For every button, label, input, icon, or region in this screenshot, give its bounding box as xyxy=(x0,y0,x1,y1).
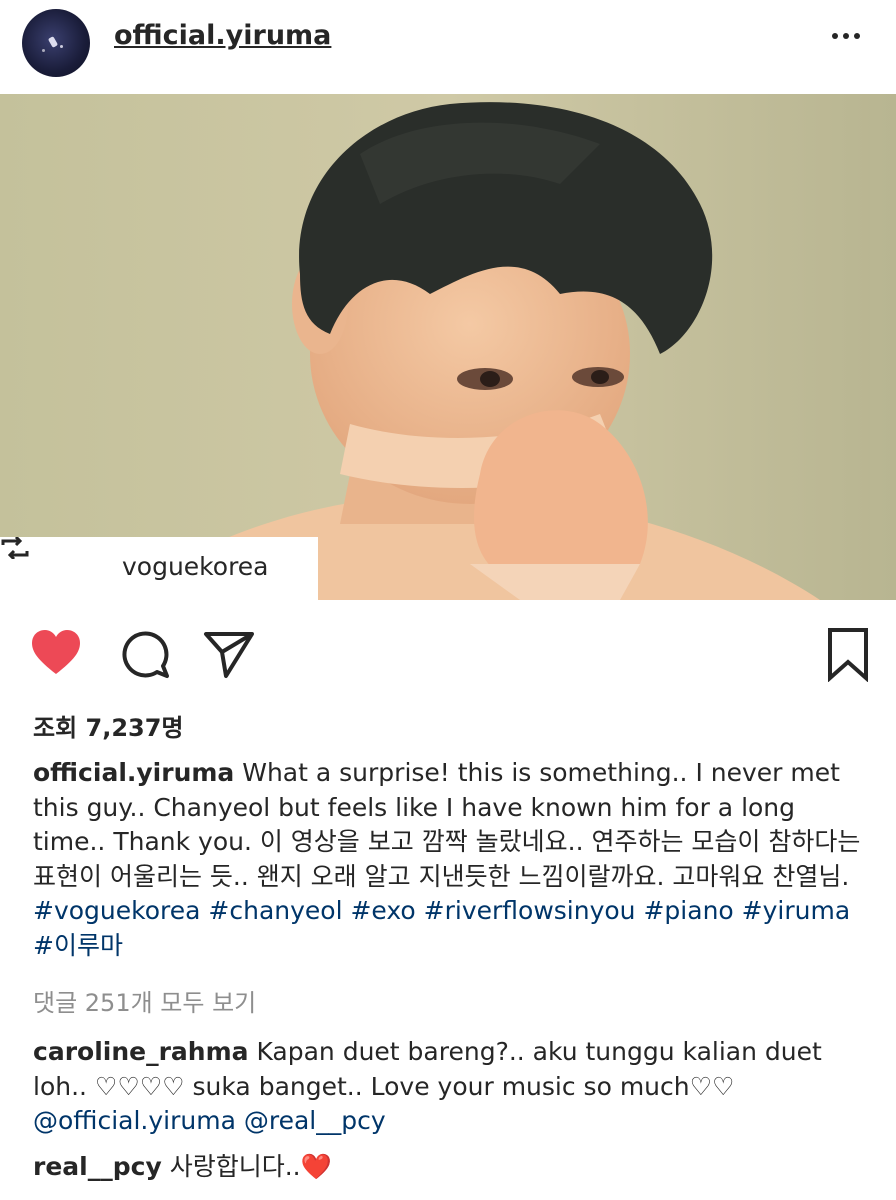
avatar-light xyxy=(60,45,63,48)
hashtag[interactable]: #이루마 xyxy=(33,931,123,960)
bookmark-icon[interactable] xyxy=(820,626,876,682)
avatar-figure xyxy=(47,36,59,48)
mention[interactable]: @real__pcy xyxy=(244,1106,386,1135)
repost-icon xyxy=(1,537,29,559)
comment-username[interactable]: caroline_rahma xyxy=(33,1037,249,1066)
profile-avatar[interactable] xyxy=(22,9,90,77)
hashtag[interactable]: #piano xyxy=(643,896,733,925)
more-horizontal-icon[interactable] xyxy=(832,26,866,46)
view-all-comments-link[interactable]: 댓글 251개 모두 보기 xyxy=(33,983,256,1018)
post-media[interactable]: voguekorea xyxy=(0,94,896,600)
hashtag[interactable]: #voguekorea xyxy=(33,896,200,925)
hashtag[interactable]: #chanyeol xyxy=(208,896,342,925)
comment-username[interactable]: real__pcy xyxy=(33,1152,162,1181)
caption-username[interactable]: official.yiruma xyxy=(33,758,234,787)
avatar-light xyxy=(42,49,45,52)
action-bar xyxy=(0,620,896,690)
comment-text: 사랑합니다.. xyxy=(161,1152,301,1181)
send-icon[interactable] xyxy=(200,626,256,682)
heart-emoji: ❤️ xyxy=(300,1152,332,1181)
post-username[interactable]: official.yiruma xyxy=(114,20,331,51)
comment-item: caroline_rahma Kapan duet bareng?.. aku … xyxy=(33,1035,863,1139)
repost-source-username: voguekorea xyxy=(122,552,269,581)
hashtag[interactable]: #exo xyxy=(350,896,415,925)
post-caption: official.yiruma What a surprise! this is… xyxy=(33,756,863,963)
heart-filled-icon[interactable] xyxy=(28,626,84,682)
comment-icon[interactable] xyxy=(117,626,173,682)
post-header: official.yiruma xyxy=(0,0,896,94)
view-count[interactable]: 조회 7,237명 xyxy=(33,708,184,743)
hashtag[interactable]: #riverflowsinyou xyxy=(424,896,636,925)
repost-badge[interactable]: voguekorea xyxy=(0,537,318,600)
hashtag[interactable]: #yiruma xyxy=(742,896,850,925)
comment-item: real__pcy 사랑합니다..❤️ xyxy=(33,1150,332,1184)
video-frame-illustration xyxy=(0,94,896,600)
mention[interactable]: @official.yiruma xyxy=(33,1106,236,1135)
